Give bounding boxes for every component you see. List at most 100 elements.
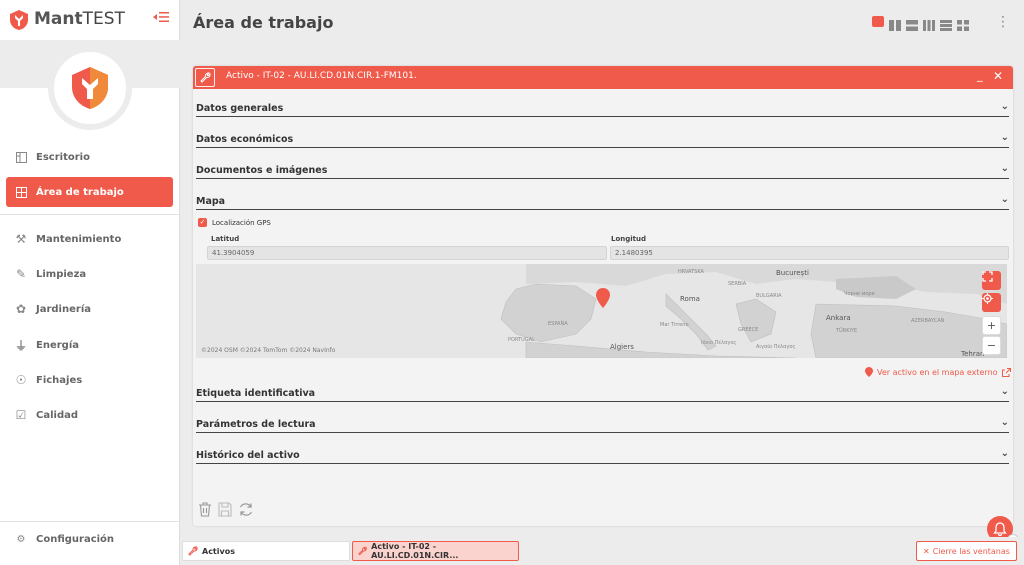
location-pin-icon [865, 367, 873, 377]
longitud-label: Longitud [611, 235, 647, 243]
window-titlebar[interactable]: Activo - IT-02 - AU.LI.CD.01N.CIR.1-FM10… [193, 66, 1013, 89]
map-label-ionio: Ιόνιο Πέλαγος [701, 340, 737, 346]
map-label-algiers: Algiers [610, 343, 634, 351]
more-options-icon[interactable]: ⋮ [996, 14, 1010, 30]
map-attribution: ©2024 OSM ©2024 TomTom ©2024 NavInfo [201, 347, 336, 354]
check-circle-icon: ☑ [15, 408, 27, 422]
window-title: Activo - IT-02 - AU.LI.CD.01N.CIR.1-FM10… [226, 71, 417, 81]
location-pin-icon[interactable] [596, 288, 610, 308]
sidebar-item-label: Jardinería [36, 303, 91, 315]
window-actions [198, 502, 254, 517]
wrench-shield-logo [10, 10, 28, 30]
zoom-in-button[interactable]: + [982, 316, 1001, 335]
section-historico[interactable]: Histórico del activo ⌄ [196, 448, 1009, 464]
brand-name: MantTEST [34, 9, 125, 29]
sidebar-item-fichajes[interactable]: ☉ Fichajes [6, 365, 173, 395]
asset-window: Activo - IT-02 - AU.LI.CD.01N.CIR.1-FM10… [193, 66, 1013, 526]
map-tiles [196, 264, 1007, 358]
taskbar-tab-label: Activos [202, 546, 235, 556]
section-etiqueta[interactable]: Etiqueta identificativa ⌄ [196, 386, 1009, 402]
map-label-aigaio: Αιγαίο Πέλαγος [756, 344, 796, 350]
close-button[interactable]: ✕ [993, 69, 1003, 83]
sidebar-item-jardineria[interactable]: ✿ Jardinería [6, 294, 173, 324]
sidebar-item-label: Área de trabajo [36, 186, 124, 198]
map-label-turkiye: TÜRKIYE [836, 328, 858, 334]
gps-checkbox-row[interactable]: ✓ Localización GPS [198, 218, 271, 227]
chevron-down-icon: ⌄ [1000, 417, 1009, 428]
layout-switcher [872, 16, 969, 31]
section-mapa[interactable]: Mapa ⌄ [196, 194, 1009, 210]
sidebar-item-label: Calidad [36, 409, 79, 421]
layout-three-columns-icon[interactable] [923, 16, 935, 31]
section-datos-generales[interactable]: Datos generales ⌄ [196, 101, 1009, 117]
taskbar-tab-asset[interactable]: Activo - IT-02 - AU.LI.CD.01N.CIR... [352, 541, 519, 561]
sidebar-item-label: Escritorio [36, 151, 90, 163]
bell-icon [993, 522, 1007, 536]
map-label-serbia: SERBIA [728, 281, 747, 287]
avatar-logo-icon [72, 67, 108, 109]
close-all-windows-button[interactable]: ✕ Cierre las ventanas [916, 541, 1017, 561]
section-parametros[interactable]: Parámetros de lectura ⌄ [196, 417, 1009, 433]
sidebar-item-configuracion[interactable]: ⚙ Configuración [6, 534, 115, 545]
map-label-tehran: Tehran [961, 350, 985, 358]
map-label-azerbaycan: AZERBAYCAN [911, 318, 945, 324]
layout-grid-icon[interactable] [957, 16, 969, 31]
sidebar-item-area-de-trabajo[interactable]: Área de trabajo [6, 177, 173, 207]
divider [0, 521, 180, 522]
layout-three-rows-icon[interactable] [940, 16, 952, 31]
map-label-chorno: Чорне море [844, 291, 875, 297]
fullscreen-icon[interactable] [982, 271, 1001, 290]
section-documentos[interactable]: Documentos e imágenes ⌄ [196, 163, 1009, 179]
gps-checkbox[interactable]: ✓ [198, 218, 207, 227]
layout-two-columns-icon[interactable] [889, 16, 901, 31]
page-title: Área de trabajo [193, 13, 334, 32]
locate-icon[interactable] [982, 293, 1001, 312]
refresh-icon[interactable] [238, 502, 254, 517]
minimize-button[interactable]: _ [977, 69, 983, 82]
wrench-icon [358, 546, 367, 556]
sidebar-item-limpieza[interactable]: ✎ Limpieza [6, 259, 173, 289]
divider [0, 214, 180, 215]
close-all-label: Cierre las ventanas [932, 546, 1010, 556]
sidebar-item-label: Limpieza [36, 268, 87, 280]
config-label: Configuración [36, 534, 115, 545]
layout-single-icon[interactable] [872, 16, 884, 27]
grid-icon [6, 186, 36, 198]
zoom-out-button[interactable]: − [982, 336, 1001, 355]
chevron-down-icon: ⌄ [1000, 132, 1009, 143]
map-label-roma: Roma [680, 295, 700, 303]
sidebar-item-label: Fichajes [36, 374, 83, 386]
layout-two-rows-icon[interactable] [906, 16, 918, 31]
trash-icon[interactable] [198, 502, 212, 517]
map-view[interactable]: HRVATSKA București SERBIA BULGARIA Чорне… [196, 264, 1007, 358]
map-label-greece: GREECE [738, 327, 759, 333]
map-label-bucuresti: București [776, 269, 809, 277]
latitud-field[interactable]: 41.3904059 [207, 246, 607, 260]
sidebar-item-calidad[interactable]: ☑ Calidad [6, 400, 173, 430]
sidebar-item-escritorio[interactable]: Escritorio [6, 142, 173, 172]
wrench-icon [195, 68, 215, 87]
gps-label: Localización GPS [212, 218, 271, 227]
chevron-down-icon: ⌄ [1000, 163, 1009, 174]
external-map-link[interactable]: Ver activo en el mapa externo [865, 367, 1011, 377]
map-label-espana: ESPAÑA [548, 321, 568, 327]
sidebar-item-mantenimiento[interactable]: ⚒ Mantenimiento [6, 224, 173, 254]
sidebar-item-energia[interactable]: ⏚ Energía [6, 330, 173, 360]
map-label-hrvatska: HRVATSKA [678, 269, 704, 275]
section-datos-economicos[interactable]: Datos económicos ⌄ [196, 132, 1009, 148]
sidebar-item-label: Mantenimiento [36, 233, 122, 245]
save-icon[interactable] [218, 502, 232, 517]
energy-icon: ⏚ [14, 338, 27, 353]
fingerprint-icon: ☉ [15, 373, 27, 387]
latitud-label: Latitud [211, 235, 240, 243]
chevron-down-icon: ⌄ [1000, 194, 1009, 205]
menu-collapse-icon[interactable] [150, 10, 172, 28]
taskbar-tab-activos[interactable]: Activos [182, 541, 350, 561]
external-link-label: Ver activo en el mapa externo [877, 367, 998, 377]
chevron-down-icon: ⌄ [1000, 386, 1009, 397]
chevron-down-icon: ⌄ [1000, 101, 1009, 112]
wrench-icon: ⚒ [15, 232, 27, 246]
plant-icon: ✿ [15, 302, 27, 316]
map-label-tirreno: Mar Tirreno [660, 322, 689, 328]
longitud-field[interactable]: 2.1480395 [610, 246, 1009, 260]
